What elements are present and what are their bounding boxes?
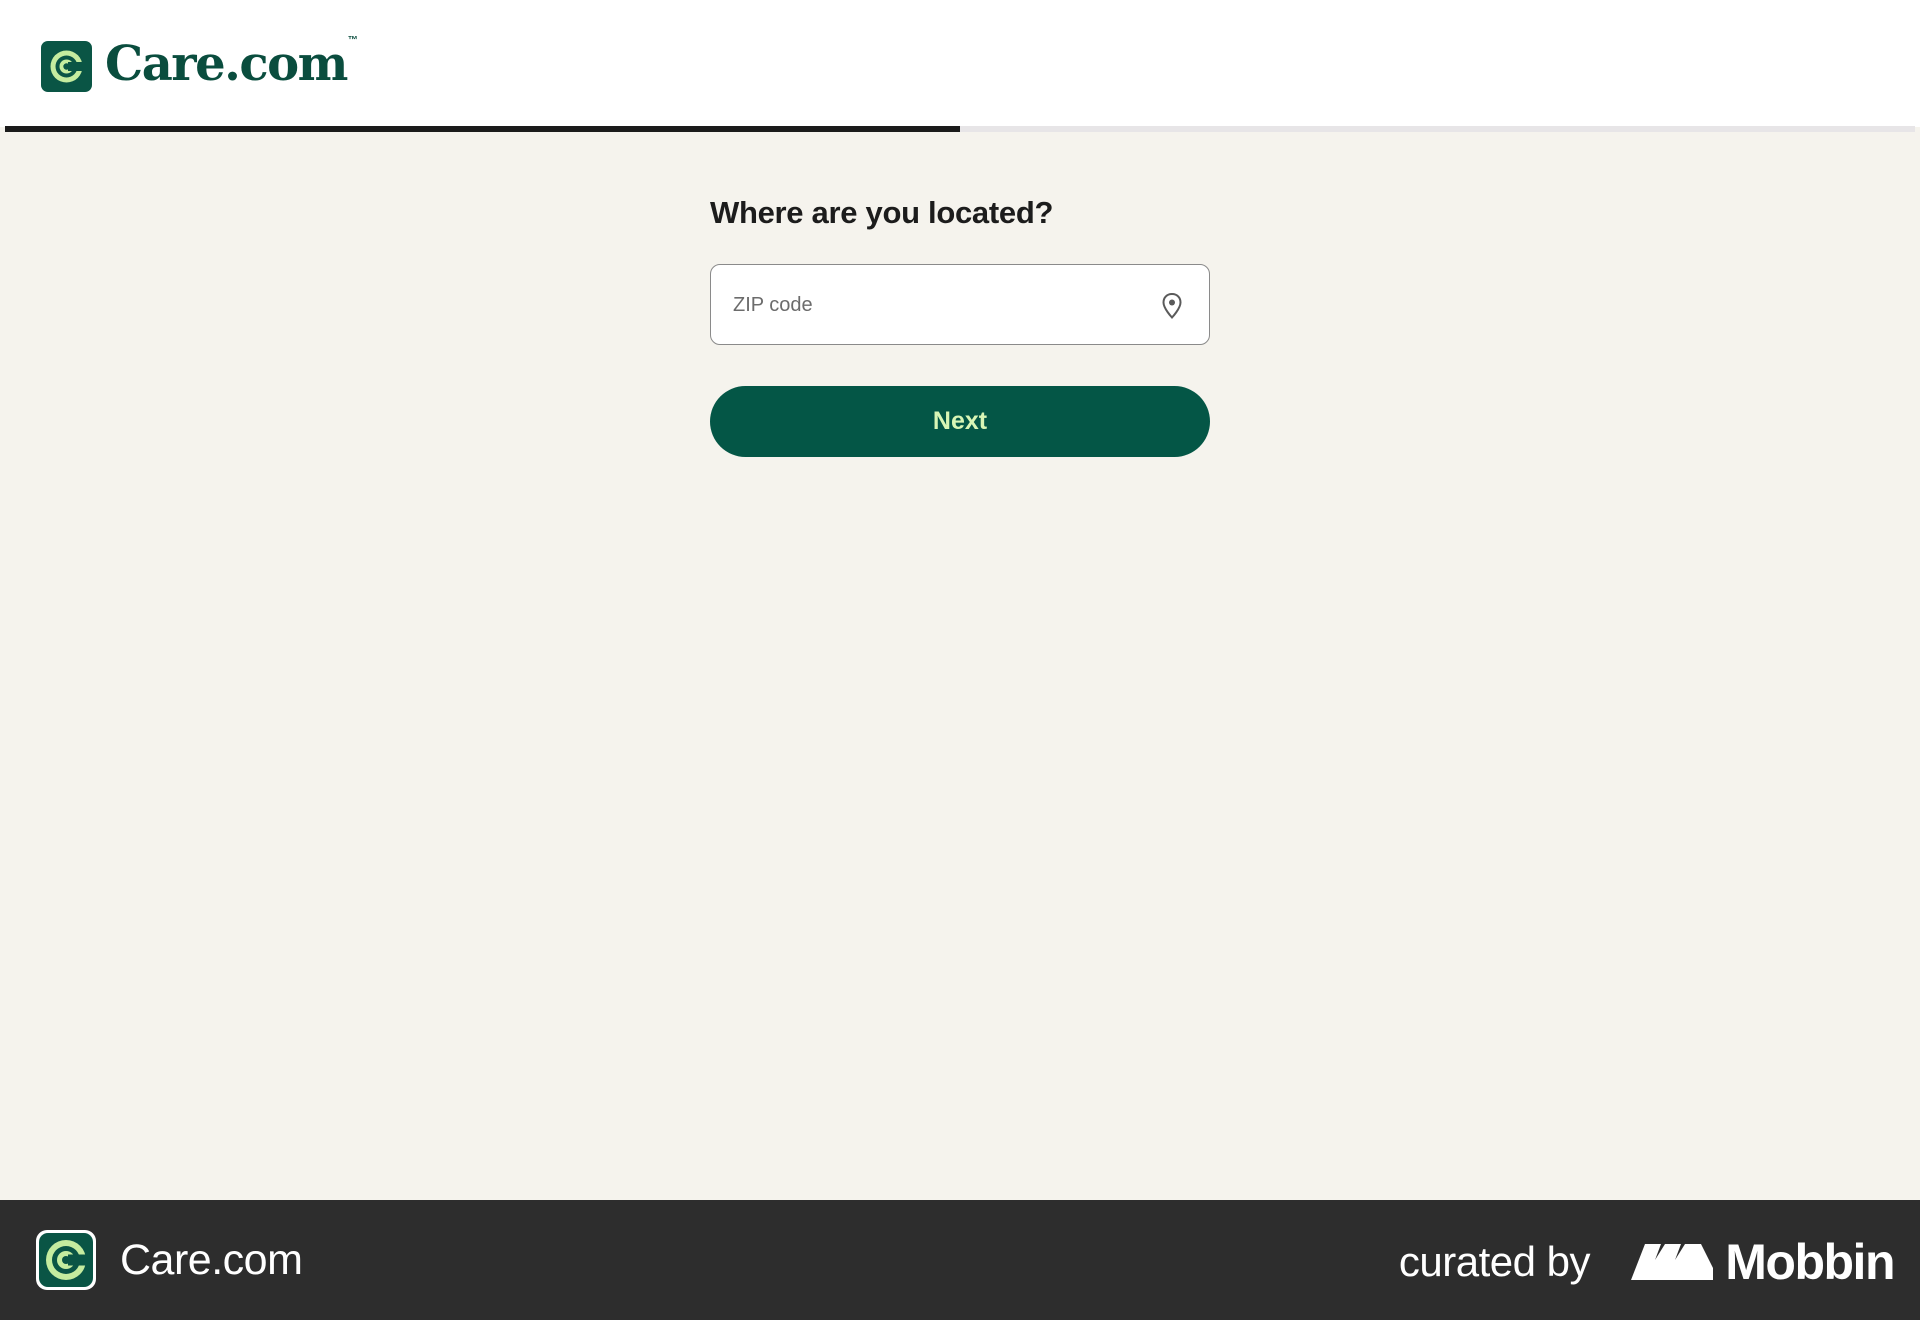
progress-bar (5, 126, 1915, 132)
zip-code-input[interactable] (731, 265, 1135, 346)
curated-by-text: curated by (1398, 1238, 1591, 1285)
location-form: Where are you located? Next (710, 190, 1210, 457)
care-app-icon (36, 1230, 96, 1290)
next-button[interactable]: Next (710, 386, 1210, 457)
care-c-logo-icon (41, 40, 92, 92)
progress-bar-fill (5, 126, 960, 132)
brand-wordmark: Care.com (105, 36, 348, 92)
mobbin-logo-icon (1631, 1244, 1714, 1280)
page-title: Where are you located? (710, 195, 1054, 230)
care-logo[interactable]: Care.com ™ (41, 35, 358, 92)
footer-bar: Care.com curated by Mobbin (0, 1200, 1920, 1320)
mobbin-wordmark: Mobbin (1725, 1234, 1895, 1290)
location-pin-icon[interactable] (1161, 292, 1183, 320)
footer-app-name: Care.com (120, 1235, 303, 1284)
trademark-mark: ™ (347, 34, 358, 46)
zip-field[interactable] (710, 264, 1210, 346)
mobbin-logo: Mobbin (1631, 1234, 1895, 1290)
footer-app-info: Care.com (36, 1230, 303, 1290)
app-header: Care.com ™ (0, 0, 1920, 127)
